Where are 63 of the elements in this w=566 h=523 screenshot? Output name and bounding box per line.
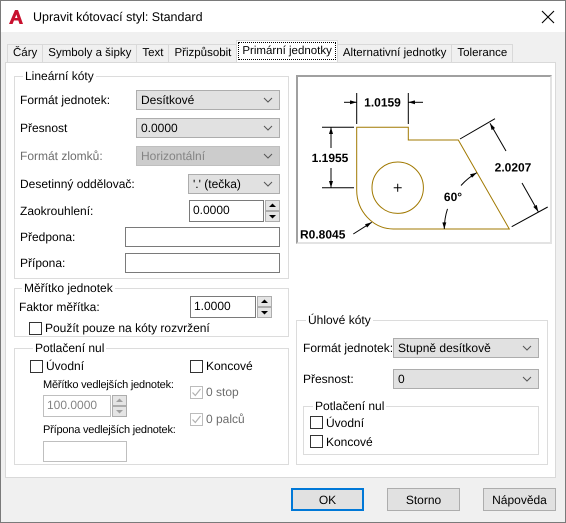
number-field[interactable]: 0.0000 bbox=[189, 200, 264, 222]
group-title: Potlačení nul bbox=[314, 399, 386, 413]
dimension-text: 2.0207 bbox=[494, 160, 532, 174]
field-label: Měřítko vedlejších jednotek: bbox=[43, 379, 174, 393]
input-field[interactable] bbox=[125, 253, 280, 273]
checkbox[interactable] bbox=[30, 360, 43, 372]
tab[interactable]: Primární jednotky bbox=[236, 40, 338, 62]
dimension-text: 60° bbox=[444, 190, 462, 204]
field-label: Přesnost bbox=[20, 121, 68, 135]
chevron-icon bbox=[263, 125, 273, 131]
checkbox-label: Koncové bbox=[206, 359, 253, 373]
dropdown[interactable]: Desítkové bbox=[136, 90, 280, 110]
dialog-button[interactable]: OK bbox=[291, 488, 364, 511]
tab[interactable]: Čáry bbox=[7, 44, 44, 62]
group-title: Úhlové kóty bbox=[307, 313, 372, 327]
checkbox[interactable] bbox=[190, 360, 203, 372]
hole-drawing bbox=[372, 162, 424, 214]
field-label: Přesnost: bbox=[303, 372, 354, 386]
close-icon[interactable] bbox=[541, 10, 555, 24]
checkbox-label: Úvodní bbox=[326, 416, 364, 430]
chevron-icon bbox=[263, 181, 273, 187]
checkbox-label: Použít pouze na kóty rozvržení bbox=[45, 321, 210, 335]
field-label: Desetinný oddělovač: bbox=[20, 177, 135, 191]
spin-arrows-icon[interactable] bbox=[257, 296, 272, 318]
tab[interactable]: Tolerance bbox=[451, 44, 514, 62]
app-logo-icon bbox=[8, 8, 24, 24]
checkbox-label: Koncové bbox=[326, 434, 373, 448]
field-label: Formát jednotek: bbox=[20, 93, 110, 107]
dimension-text: 1.0159 bbox=[364, 96, 401, 110]
dimension-text: R0.8045 bbox=[300, 228, 346, 242]
field-label: Předpona: bbox=[20, 230, 76, 244]
field-label: Přípona: bbox=[20, 256, 66, 270]
dropdown[interactable]: Stupně desítkově bbox=[393, 338, 539, 358]
leader-line bbox=[352, 222, 372, 234]
field-label: Přípona vedlejších jednotek: bbox=[43, 424, 176, 438]
group-title: Potlačení nul bbox=[34, 341, 106, 355]
chevron-icon bbox=[522, 376, 532, 382]
field-label: Formát jednotek: bbox=[303, 341, 394, 355]
dropdown[interactable]: 0.0000 bbox=[136, 118, 280, 138]
checkbox[interactable] bbox=[29, 322, 42, 334]
chevron-icon bbox=[522, 345, 532, 351]
chevron-icon bbox=[263, 153, 273, 159]
number-field[interactable]: 1.0000 bbox=[190, 296, 256, 318]
dropdown[interactable]: 0 bbox=[393, 369, 539, 389]
dropdown[interactable]: '.' (tečka) bbox=[188, 174, 280, 194]
checkbox-label: 0 palců bbox=[206, 412, 245, 426]
field-label: Faktor měřítka: bbox=[19, 300, 100, 314]
group-title: Lineární kóty bbox=[24, 69, 95, 83]
field-label: Zaokrouhlení: bbox=[20, 204, 94, 218]
chevron-icon bbox=[263, 97, 273, 103]
field-label: Formát zlomků: bbox=[20, 149, 103, 163]
window-title: Upravit kótovací styl: Standard bbox=[33, 10, 204, 24]
dialog-button[interactable]: Storno bbox=[387, 488, 460, 511]
checkbox-label: Úvodní bbox=[46, 359, 84, 373]
dialog-button[interactable]: Nápověda bbox=[483, 488, 556, 511]
angle-dimension-line bbox=[442, 172, 478, 230]
checkbox-label: 0 stop bbox=[206, 385, 239, 399]
dimension-text: 1.1955 bbox=[312, 151, 348, 165]
checkbox[interactable] bbox=[310, 416, 323, 429]
checkbox[interactable] bbox=[310, 435, 323, 448]
spin-arrows-icon[interactable] bbox=[265, 200, 280, 222]
group-title: Měřítko jednotek bbox=[23, 281, 114, 295]
input-field[interactable] bbox=[125, 227, 280, 247]
